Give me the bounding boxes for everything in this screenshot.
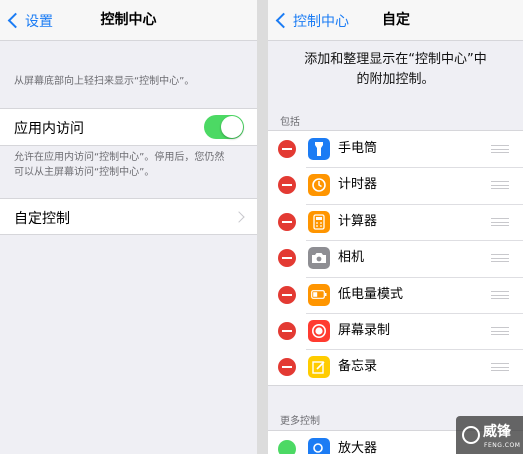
reorder-grip-icon[interactable] [491, 181, 509, 190]
watermark: 威锋 FENG.COM [456, 416, 523, 454]
access-within-apps-toggle[interactable] [204, 115, 244, 139]
remove-button[interactable] [278, 212, 296, 231]
remove-button[interactable] [278, 249, 296, 268]
reorder-grip-icon[interactable] [491, 290, 509, 299]
access-note-line-1: 允许在应用内访问“控制中心”。停用后，您仍然 [14, 152, 225, 163]
timer-icon [308, 174, 330, 197]
customize-panel: 控制中心 自定 添加和整理显示在“控制中心”中 的附加控制。 包括 手电筒 计时… [268, 0, 523, 454]
navigation-bar: 控制中心 自定 [268, 0, 523, 41]
remove-button[interactable] [278, 358, 296, 377]
customize-controls-label: 自定控制 [14, 211, 70, 227]
calculator-icon [308, 210, 330, 233]
feng-logo-icon [462, 426, 480, 444]
notes-icon [308, 356, 330, 379]
item-label: 手电筒 [338, 141, 378, 156]
back-button[interactable]: 控制中心 [274, 0, 349, 41]
intro-text: 添加和整理显示在“控制中心”中 的附加控制。 [268, 50, 523, 90]
item-label: 备忘录 [338, 359, 378, 375]
remove-button[interactable] [278, 140, 296, 158]
back-label: 控制中心 [293, 13, 349, 30]
reorder-grip-icon[interactable] [491, 363, 509, 372]
access-within-apps-row: 应用内访问 [0, 108, 257, 146]
customize-controls-row[interactable]: 自定控制 [0, 198, 257, 235]
remove-button[interactable] [278, 321, 296, 340]
watermark-subtext: FENG.COM [484, 442, 521, 449]
list-item: 屏幕录制 [268, 312, 523, 349]
item-label: 计时器 [338, 177, 378, 193]
intro-line-1: 添加和整理显示在“控制中心”中 [304, 52, 487, 67]
page-title: 控制中心 [100, 12, 157, 28]
remove-button[interactable] [278, 176, 296, 195]
toggle-knob [221, 116, 243, 138]
list-item: 低电量模式 [268, 276, 523, 313]
battery-icon [308, 283, 330, 306]
item-label: 放大器 [338, 441, 378, 454]
flashlight-icon [308, 138, 330, 160]
page-title: 自定 [382, 12, 410, 28]
list-item: 备忘录 [268, 349, 523, 385]
add-button[interactable] [278, 440, 296, 454]
control-center-settings-panel: 设置 控制中心 从屏幕底部向上轻扫来显示“控制中心”。 应用内访问 允许在应用内… [0, 0, 257, 454]
list-item: 计时器 [268, 167, 523, 203]
item-label: 计算器 [338, 213, 378, 229]
intro-line-2: 的附加控制。 [356, 72, 435, 87]
watermark-text: 威锋 [483, 424, 511, 440]
remove-button[interactable] [278, 285, 296, 304]
chevron-right-icon [233, 211, 245, 223]
reorder-grip-icon[interactable] [491, 254, 509, 263]
access-note: 允许在应用内访问“控制中心”。停用后，您仍然 可以从主屏幕访问“控制中心”。 [14, 150, 224, 180]
camera-icon [308, 247, 330, 270]
list-item: 手电筒 [268, 131, 523, 167]
swipe-hint: 从屏幕底部向上轻扫来显示“控制中心”。 [14, 76, 195, 87]
chevron-left-icon [275, 12, 292, 29]
included-controls-list: 手电筒 计时器 计算器 相机 低电量模式 屏幕录制 备忘录 [268, 130, 523, 386]
section-header-more-controls: 更多控制 [280, 416, 320, 427]
reorder-grip-icon[interactable] [491, 326, 509, 335]
reorder-grip-icon[interactable] [491, 145, 509, 153]
access-note-line-2: 可以从主屏幕访问“控制中心”。 [14, 167, 155, 178]
item-label: 相机 [338, 250, 365, 266]
access-within-apps-label: 应用内访问 [14, 121, 84, 137]
item-label: 低电量模式 [338, 286, 404, 302]
list-item: 相机 [268, 240, 523, 276]
navigation-bar: 设置 控制中心 [0, 0, 257, 41]
screen-record-icon [308, 319, 330, 342]
list-item: 计算器 [268, 203, 523, 240]
item-label: 屏幕录制 [338, 322, 391, 338]
section-header-include: 包括 [280, 117, 300, 128]
magnifier-icon [308, 438, 330, 454]
reorder-grip-icon[interactable] [491, 217, 509, 226]
